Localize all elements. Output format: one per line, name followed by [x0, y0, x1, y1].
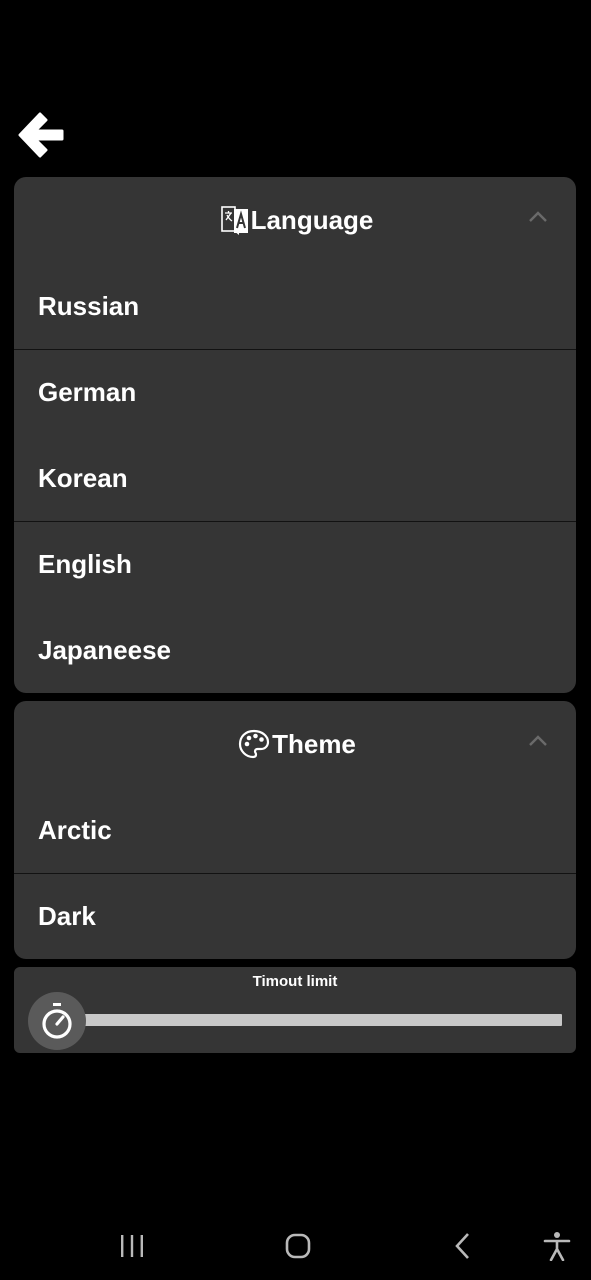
back-button[interactable] [12, 106, 70, 164]
timeout-slider-thumb[interactable] [28, 992, 86, 1050]
nav-back-icon [455, 1233, 469, 1259]
arrow-left-icon [18, 112, 64, 158]
translate-icon [220, 206, 248, 235]
language-header[interactable]: Language [14, 177, 576, 263]
language-collapse-toggle[interactable] [528, 207, 548, 227]
timeout-card: Timout limit [14, 967, 576, 1053]
language-item-english[interactable]: English [14, 522, 576, 607]
nav-back-button[interactable] [443, 1226, 483, 1266]
theme-item-arctic[interactable]: Arctic [14, 787, 576, 873]
home-icon [285, 1233, 311, 1259]
timeout-slider-track[interactable] [76, 1014, 562, 1026]
timeout-label: Timout limit [252, 973, 338, 990]
language-item-japanese[interactable]: Japaneese [14, 607, 576, 693]
recents-icon [121, 1235, 143, 1257]
theme-card: Theme Arctic Dark [14, 701, 576, 959]
theme-header[interactable]: Theme [14, 701, 576, 787]
theme-item-dark[interactable]: Dark [14, 874, 576, 959]
palette-icon [238, 729, 270, 759]
language-item-korean[interactable]: Korean [14, 435, 576, 521]
recents-button[interactable] [112, 1226, 152, 1266]
stopwatch-icon [42, 1003, 72, 1039]
language-title: Language [250, 204, 374, 235]
chevron-up-icon [529, 211, 547, 222]
accessibility-button[interactable] [537, 1226, 577, 1266]
theme-title: Theme [272, 728, 356, 759]
settings-screen: Language Russian German Korean English J… [0, 0, 591, 1280]
system-navbar [0, 1212, 591, 1280]
theme-collapse-toggle[interactable] [528, 731, 548, 751]
language-card: Language Russian German Korean English J… [14, 177, 576, 693]
language-item-german[interactable]: German [14, 350, 576, 435]
home-button[interactable] [278, 1226, 318, 1266]
chevron-up-icon [529, 735, 547, 746]
language-item-russian[interactable]: Russian [14, 263, 576, 349]
accessibility-icon [543, 1232, 571, 1261]
